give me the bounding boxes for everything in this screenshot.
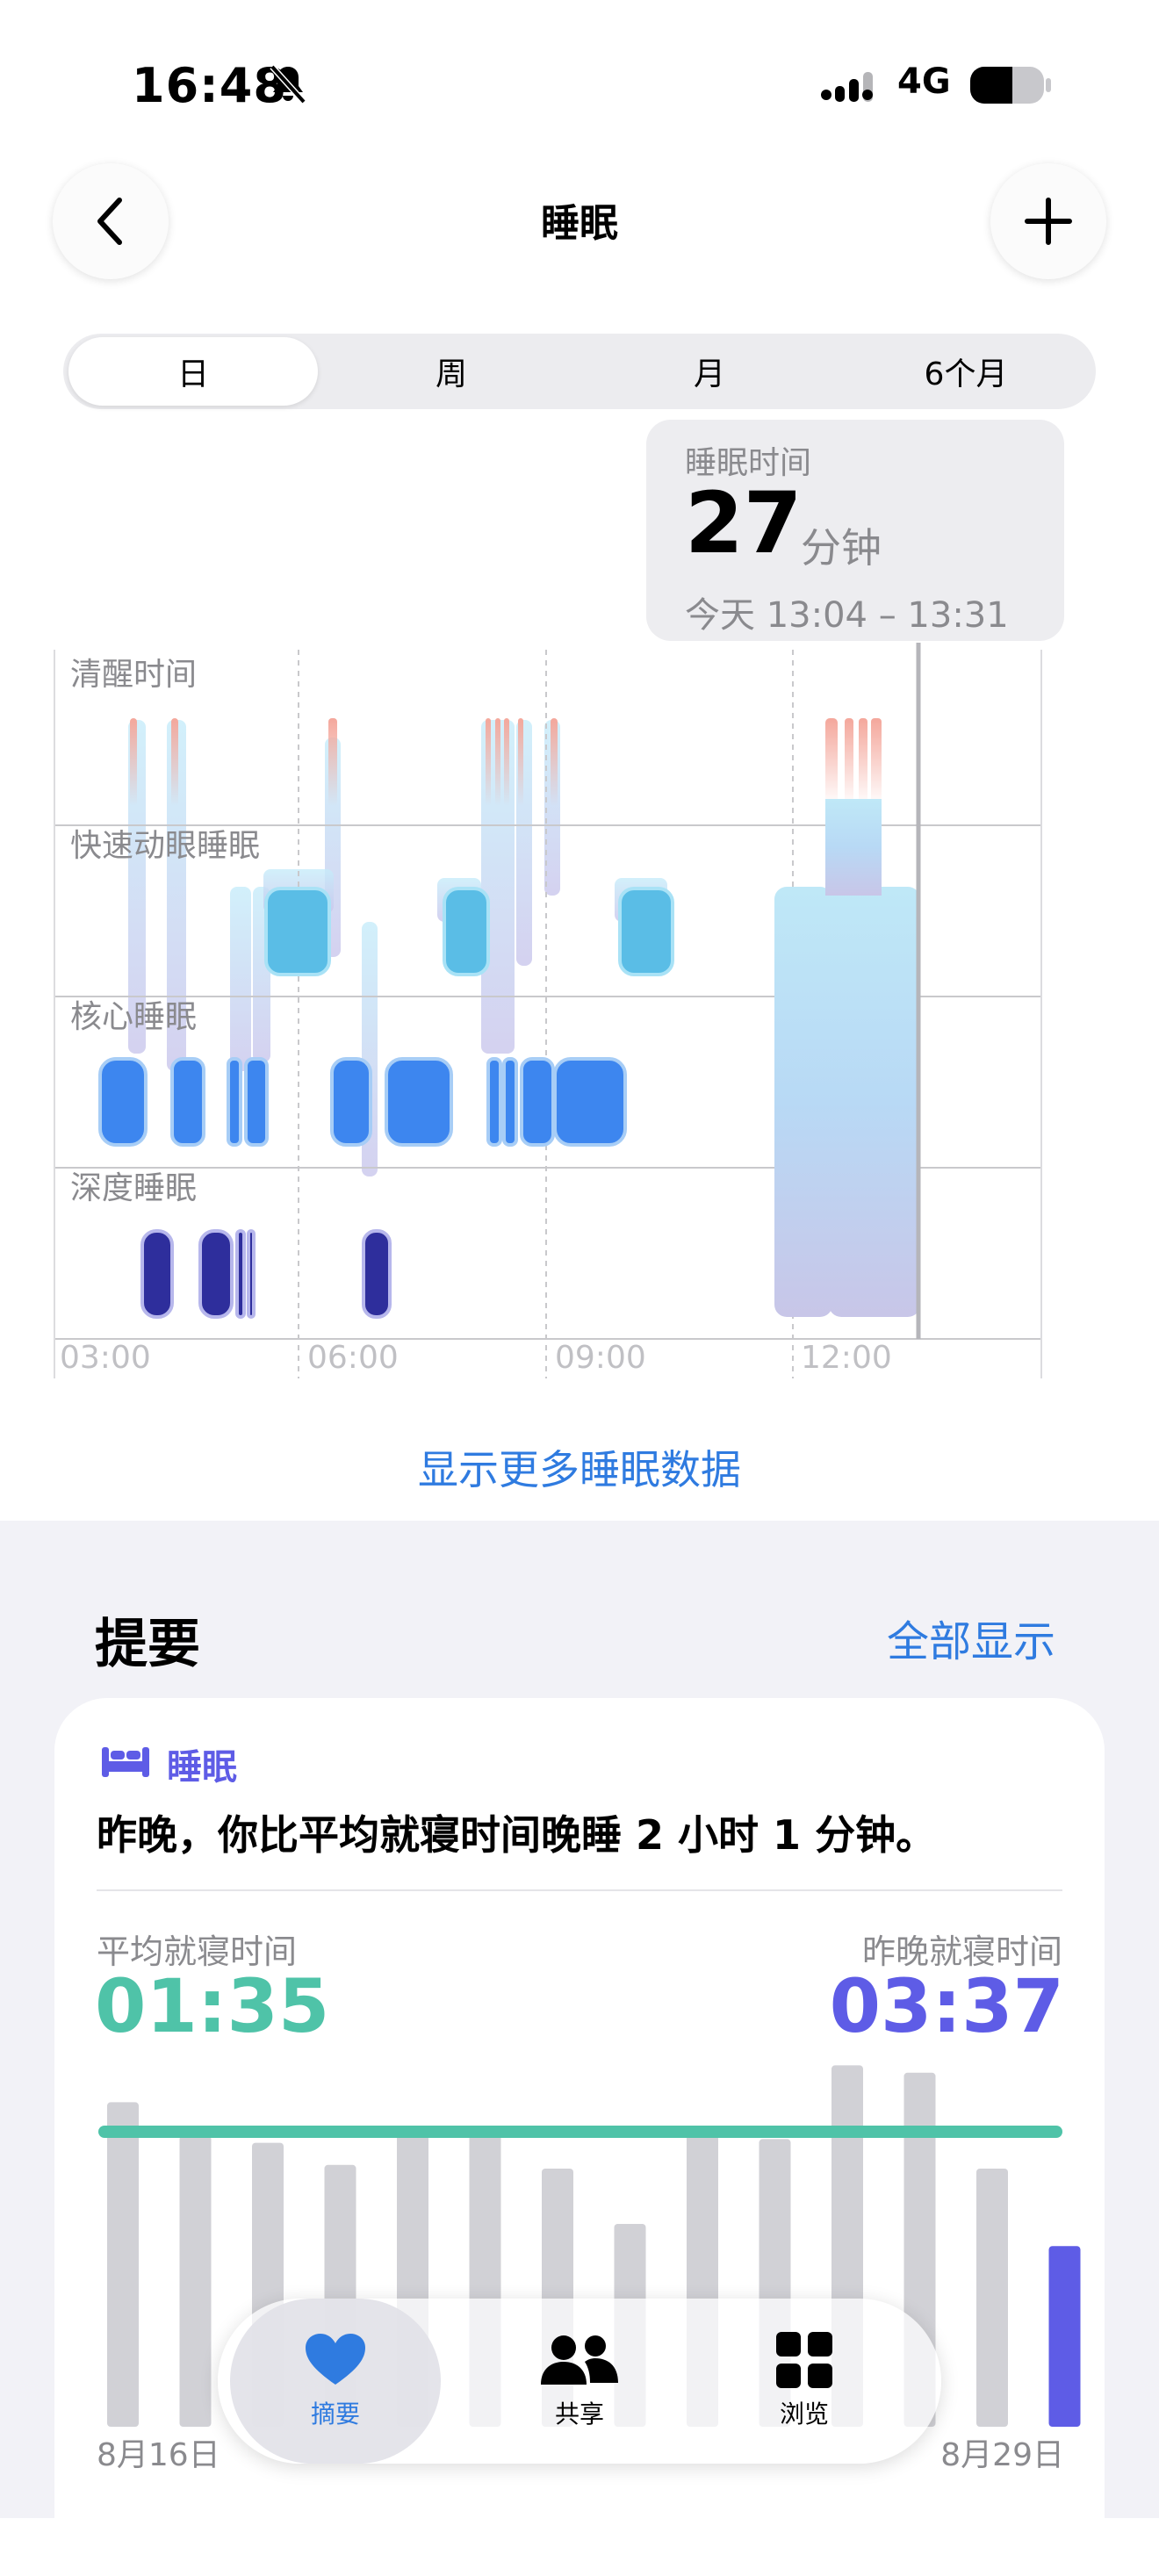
time-label-0600: 06:00: [307, 1340, 399, 1376]
bedtime-bar: [976, 2169, 1008, 2427]
stage-label-deep: 深度睡眠: [70, 1170, 197, 1206]
chart-start-date: 8月16日: [97, 2437, 220, 2473]
stage-label-awake: 清醒时间: [70, 657, 197, 693]
tab-summary-label: 摘要: [310, 2400, 360, 2428]
show-more-sleep-data-link[interactable]: 显示更多睡眠数据: [0, 1438, 1159, 1496]
tab-bar: 摘要 共享 浏览: [218, 2299, 941, 2464]
core-segments: [98, 1057, 627, 1147]
network-type: 4G: [897, 61, 951, 102]
battery-icon: [970, 67, 1051, 104]
summary-title: 提要: [95, 1614, 200, 1675]
stage-label-core: 核心睡眠: [70, 999, 197, 1035]
segment-six-months[interactable]: 6个月: [841, 337, 1091, 406]
tab-browse[interactable]: 浏览: [699, 2299, 910, 2464]
people-icon: [541, 2335, 618, 2385]
rem-segments: [264, 887, 674, 976]
bell-slash-icon: [270, 64, 306, 104]
sleep-stages-chart[interactable]: 清醒时间 快速动眼睡眠 核心睡眠 深度睡眠 03:00 06:00 09:00 …: [0, 632, 1159, 1396]
sleep-duration-popover: 睡眠时间 27 分钟 今天 13:04 – 13:31: [646, 420, 1064, 641]
average-bedtime-line: [98, 2126, 1062, 2138]
segment-day[interactable]: 日: [68, 337, 318, 406]
add-data-button[interactable]: [990, 163, 1106, 279]
bedtime-bar: [1048, 2246, 1081, 2427]
time-label-1200: 12:00: [801, 1340, 892, 1376]
popover-value: 27: [685, 474, 803, 572]
grid-icon: [776, 2332, 832, 2388]
deep-segments: [140, 1229, 392, 1319]
heart-icon: [306, 2334, 365, 2385]
stage-label-rem: 快速动眼睡眠: [70, 828, 260, 864]
page-title: 睡眠: [541, 201, 618, 246]
bedtime-bar: [107, 2102, 139, 2427]
show-all-link[interactable]: 全部显示: [887, 1607, 1055, 1668]
popover-time-range: 今天 13:04 – 13:31: [685, 595, 1009, 636]
tab-browse-label: 浏览: [779, 2400, 829, 2428]
awake-segments: [130, 718, 882, 806]
tab-summary[interactable]: 摘要: [230, 2299, 441, 2464]
bedtime-bar: [179, 2135, 212, 2427]
status-time: 16:48: [132, 58, 287, 113]
cellular-signal-icon: [821, 72, 873, 102]
tab-sharing-label: 共享: [554, 2400, 604, 2428]
segment-week[interactable]: 周: [327, 337, 576, 406]
segment-month[interactable]: 月: [585, 337, 834, 406]
time-label-0300: 03:00: [60, 1340, 151, 1376]
time-range-segmented-control: 日 周 月 6个月: [63, 334, 1096, 409]
chart-end-date: 8月29日: [940, 2437, 1064, 2473]
time-label-0900: 09:00: [555, 1340, 646, 1376]
plus-icon: [1025, 198, 1072, 245]
popover-unit: 分钟: [801, 524, 882, 572]
tab-sharing[interactable]: 共享: [474, 2299, 685, 2464]
